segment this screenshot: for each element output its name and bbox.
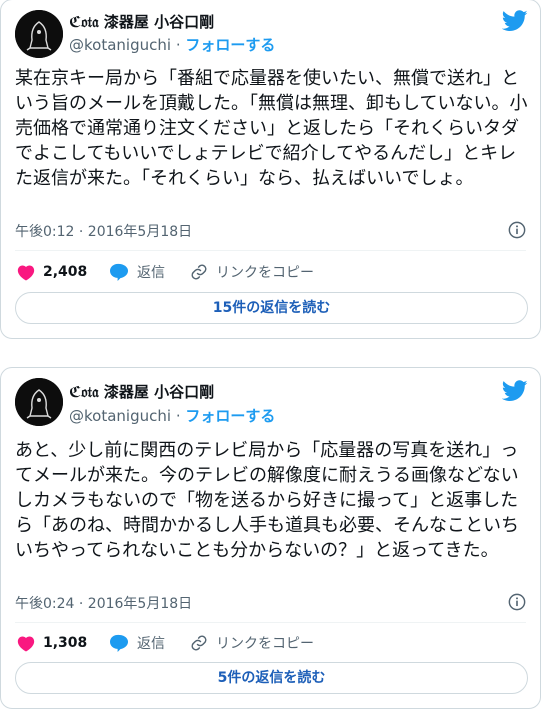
like-button[interactable]: 1,308 (17, 633, 87, 653)
read-replies-button[interactable]: 5件の返信を読む (15, 662, 528, 694)
handle[interactable]: @kotaniguchi (69, 36, 171, 54)
reply-label: 返信 (137, 636, 165, 652)
twitter-bird-icon[interactable] (502, 10, 528, 32)
avatar-image (15, 10, 63, 58)
separator: · (175, 36, 181, 54)
tweet-text: あと、少し前に関西のテレビ局から「応量器の写真を送れ」ってメールが来た。今のテレ… (15, 440, 519, 561)
heart-icon (17, 635, 35, 651)
reply-button[interactable]: 返信 (109, 633, 165, 653)
reply-bubble-icon (110, 634, 128, 652)
avatar[interactable] (15, 378, 63, 426)
tweet-card: ℭ𝔬𝔱𝔞 漆器屋 小谷口剛 @kotaniguchi · フォローする 某在京キ… (0, 0, 541, 339)
reply-bubble-icon (110, 263, 128, 281)
follow-button[interactable]: フォローする (185, 407, 275, 425)
follow-button[interactable]: フォローする (185, 36, 275, 54)
like-count: 1,308 (43, 635, 88, 651)
link-icon (191, 635, 207, 651)
twitter-bird-icon[interactable] (502, 380, 528, 402)
handle[interactable]: @kotaniguchi (69, 407, 171, 425)
timestamp[interactable]: 午後0:24 · 2016年5月18日 (15, 593, 192, 613)
handle-row: @kotaniguchi · フォローする (69, 34, 275, 55)
display-name[interactable]: ℭ𝔬𝔱𝔞 漆器屋 小谷口剛 (69, 11, 214, 32)
reply-label: 返信 (137, 265, 165, 281)
avatar-image (15, 378, 63, 426)
link-icon (191, 264, 207, 280)
like-button[interactable]: 2,408 (17, 262, 87, 282)
display-name[interactable]: ℭ𝔬𝔱𝔞 漆器屋 小谷口剛 (69, 381, 214, 402)
divider (15, 250, 526, 251)
copy-link-label: リンクをコピー (216, 265, 314, 281)
info-icon[interactable] (508, 221, 526, 239)
info-icon[interactable] (508, 593, 526, 611)
heart-icon (17, 264, 35, 280)
tweet-card: ℭ𝔬𝔱𝔞 漆器屋 小谷口剛 @kotaniguchi · フォローする あと、少… (0, 367, 541, 709)
timestamp[interactable]: 午後0:12 · 2016年5月18日 (15, 221, 192, 241)
handle-row: @kotaniguchi · フォローする (69, 405, 275, 426)
divider (15, 622, 526, 623)
reply-button[interactable]: 返信 (109, 262, 165, 282)
tweet-text: 某在京キー局から「番組で応量器を使いたい、無償で送れ」という旨のメールを頂戴した… (15, 68, 528, 189)
copy-link-label: リンクをコピー (216, 636, 314, 652)
read-replies-button[interactable]: 15件の返信を読む (15, 292, 528, 324)
avatar[interactable] (15, 10, 63, 58)
copy-link-button[interactable]: リンクをコピー (190, 633, 314, 653)
copy-link-button[interactable]: リンクをコピー (190, 262, 314, 282)
like-count: 2,408 (43, 264, 88, 280)
separator: · (175, 407, 181, 425)
